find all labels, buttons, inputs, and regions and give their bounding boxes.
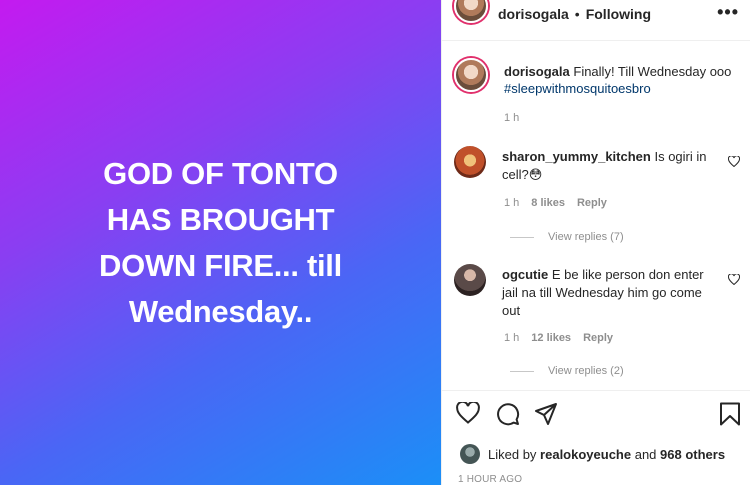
replies-line — [510, 370, 534, 372]
caption-body: dorisogala Finally! Till Wednesday ooo #… — [504, 63, 731, 97]
commenter-avatar[interactable] — [454, 146, 486, 178]
following-button[interactable]: Following — [586, 6, 651, 22]
caption-text: Finally! Till Wednesday ooo — [573, 64, 732, 79]
view-replies-label: View replies (7) — [548, 231, 624, 243]
comment-body: ogcutie E be like person don enter jail … — [502, 266, 720, 320]
replies-line — [510, 236, 534, 238]
commenter-avatar[interactable] — [454, 264, 486, 296]
caption-time: 1 h — [504, 112, 520, 124]
commenter-username[interactable]: ogcutie — [502, 267, 548, 282]
actions-divider — [442, 390, 750, 391]
post-image-text: GOD OF TONTO HAS BROUGHT DOWN FIRE... ti… — [99, 155, 342, 329]
post-actions — [456, 402, 741, 430]
post-sidebar: dorisogala • Following ••• dorisogala Fi… — [441, 0, 750, 485]
reply-button[interactable]: Reply — [583, 332, 613, 344]
author-username[interactable]: dorisogala — [498, 6, 569, 22]
view-replies-button[interactable]: View replies (2) — [510, 365, 624, 377]
caption-hashtag[interactable]: #sleepwithmosquitoesbro — [504, 81, 651, 96]
comment-like-icon[interactable] — [728, 156, 740, 167]
separator-dot: • — [574, 6, 580, 22]
comment-likes[interactable]: 8 likes — [531, 197, 565, 209]
post-image[interactable]: GOD OF TONTO HAS BROUGHT DOWN FIRE... ti… — [0, 0, 441, 485]
view-replies-label: View replies (2) — [548, 365, 624, 377]
caption-avatar[interactable] — [454, 58, 488, 92]
comment-body: sharon_yummy_kitchen Is ogiri in cell?😳 — [502, 148, 720, 184]
liker-avatar[interactable] — [460, 444, 480, 464]
comment-item: sharon_yummy_kitchen Is ogiri in cell?😳 — [454, 146, 744, 184]
bookmark-icon[interactable] — [719, 402, 741, 426]
liked-by: Liked by realokoyeuche and 968 others — [460, 444, 725, 464]
comment-likes[interactable]: 12 likes — [531, 332, 571, 344]
instagram-post: GOD OF TONTO HAS BROUGHT DOWN FIRE... ti… — [0, 0, 750, 485]
liked-by-prefix: Liked by — [488, 446, 537, 462]
comment-meta: 1 h 8 likes Reply — [504, 197, 607, 209]
liked-by-others[interactable]: 968 others — [660, 447, 725, 462]
post-timestamp: 1 HOUR AGO — [458, 474, 523, 485]
liked-by-conjunction: and — [634, 446, 657, 462]
more-options-icon[interactable]: ••• — [717, 2, 739, 23]
comment-like-icon[interactable] — [728, 274, 740, 285]
author-avatar[interactable] — [454, 0, 488, 23]
header-divider — [442, 40, 750, 41]
comment-time: 1 h — [504, 332, 520, 344]
commenter-username[interactable]: sharon_yummy_kitchen — [502, 149, 651, 164]
reply-button[interactable]: Reply — [577, 197, 607, 209]
post-caption: dorisogala Finally! Till Wednesday ooo #… — [454, 58, 744, 97]
heart-icon[interactable] — [456, 402, 480, 424]
comment-item: ogcutie E be like person don enter jail … — [454, 264, 744, 320]
comment-icon[interactable] — [496, 402, 520, 426]
comment-meta: 1 h 12 likes Reply — [504, 332, 613, 344]
liked-by-user[interactable]: realokoyeuche — [540, 447, 631, 462]
comment-time: 1 h — [504, 197, 520, 209]
caption-username[interactable]: dorisogala — [504, 64, 570, 79]
view-replies-button[interactable]: View replies (7) — [510, 231, 624, 243]
post-header: dorisogala • Following ••• — [442, 0, 750, 28]
share-icon[interactable] — [534, 402, 558, 426]
